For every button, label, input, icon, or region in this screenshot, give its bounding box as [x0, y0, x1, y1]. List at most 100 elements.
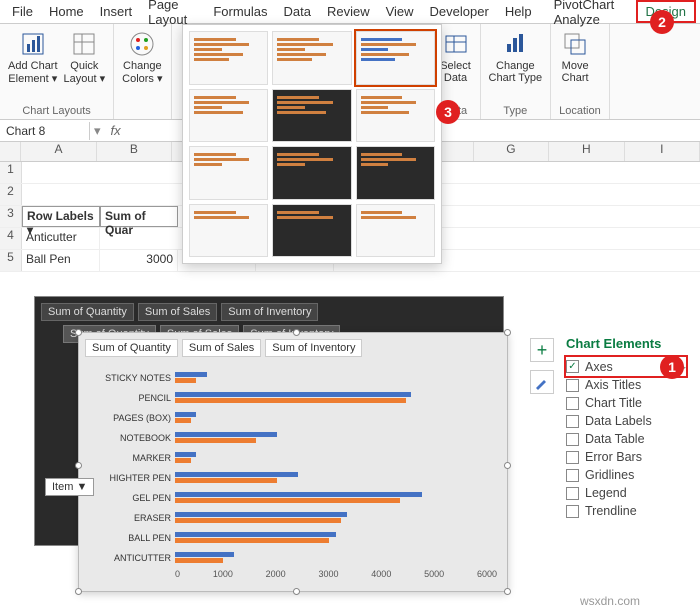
- chart-element-icon: [17, 28, 49, 60]
- row-3[interactable]: 3: [0, 206, 22, 227]
- style-thumb-8[interactable]: [272, 146, 351, 200]
- chart-elements-icon[interactable]: +: [530, 338, 554, 362]
- chart-element-legend[interactable]: Legend: [566, 484, 686, 502]
- pivot-row-ballpen[interactable]: Ball Pen: [22, 250, 100, 271]
- checkbox-icon[interactable]: [566, 451, 579, 464]
- checkbox-icon[interactable]: [566, 433, 579, 446]
- col-H[interactable]: H: [549, 142, 624, 161]
- watermark: wsxdn.com: [580, 594, 640, 608]
- chart-element-error-bars[interactable]: Error Bars: [566, 448, 686, 466]
- chart-element-label: Data Labels: [585, 414, 652, 428]
- axis-tick: 5000: [424, 569, 444, 579]
- chart-element-chart-title[interactable]: Chart Title: [566, 394, 686, 412]
- col-B[interactable]: B: [97, 142, 172, 161]
- pivot-val-a[interactable]: 3000: [100, 250, 178, 271]
- chart-element-label: Axis Titles: [585, 378, 641, 392]
- bar-label: MARKER: [89, 453, 175, 463]
- style-thumb-5[interactable]: [272, 89, 351, 143]
- bar-series1: [175, 412, 196, 417]
- style-thumb-11[interactable]: [272, 204, 351, 258]
- select-all-corner[interactable]: [0, 142, 21, 161]
- col-I[interactable]: I: [625, 142, 700, 161]
- bar-series2: [175, 498, 400, 503]
- tab-help[interactable]: Help: [497, 2, 540, 21]
- chart-element-axis-titles[interactable]: Axis Titles: [566, 376, 686, 394]
- tab-review[interactable]: Review: [319, 2, 378, 21]
- col-A[interactable]: A: [21, 142, 96, 161]
- style-thumb-10[interactable]: [189, 204, 268, 258]
- quick-layout-button[interactable]: Quick Layout ▾: [64, 28, 106, 85]
- chart-element-data-table[interactable]: Data Table: [566, 430, 686, 448]
- col-G[interactable]: G: [474, 142, 549, 161]
- callout-badge-2: 2: [650, 10, 674, 34]
- pivot-row-labels-header[interactable]: Row Labels ▾: [22, 206, 100, 227]
- chart-element-data-labels[interactable]: Data Labels: [566, 412, 686, 430]
- style-thumb-12[interactable]: [356, 204, 435, 258]
- chart-style-gallery[interactable]: [182, 24, 442, 264]
- chart-styles-icon[interactable]: [530, 370, 554, 394]
- tab-formulas[interactable]: Formulas: [205, 2, 275, 21]
- chart-element-trendline[interactable]: Trendline: [566, 502, 686, 520]
- chart-element-label: Chart Title: [585, 396, 642, 410]
- pivot-row-anticutter[interactable]: Anticutter: [22, 228, 100, 249]
- chart-btn-sales[interactable]: Sum of Sales: [182, 339, 261, 357]
- tab-insert[interactable]: Insert: [92, 2, 141, 21]
- row-1[interactable]: 1: [0, 162, 22, 183]
- row-5[interactable]: 5: [0, 250, 22, 271]
- checkbox-icon[interactable]: [566, 505, 579, 518]
- chart-element-label: Axes: [585, 360, 613, 374]
- axis-tick: 1000: [213, 569, 233, 579]
- name-box[interactable]: Chart 8: [0, 122, 90, 140]
- checkbox-icon[interactable]: [566, 397, 579, 410]
- fx-icon[interactable]: fx: [105, 123, 127, 138]
- checkbox-icon[interactable]: [566, 469, 579, 482]
- chart-btn-quantity[interactable]: Sum of Quantity: [85, 339, 178, 357]
- bar-series2: [175, 558, 223, 563]
- checkbox-icon[interactable]: ✓: [566, 360, 579, 373]
- checkbox-icon[interactable]: [566, 379, 579, 392]
- tab-view[interactable]: View: [378, 2, 422, 21]
- tab-developer[interactable]: Developer: [422, 2, 497, 21]
- bar-label: NOTEBOOK: [89, 433, 175, 443]
- style-thumb-1[interactable]: [189, 31, 268, 85]
- tab-data[interactable]: Data: [276, 2, 319, 21]
- chart-side-icons: +: [530, 338, 554, 394]
- row-2[interactable]: 2: [0, 184, 22, 205]
- change-chart-type-button[interactable]: Change Chart Type: [489, 28, 543, 84]
- bar-series2: [175, 518, 341, 523]
- bar-series2: [175, 398, 406, 403]
- axis-tick: 6000: [477, 569, 497, 579]
- bar-label: HIGHTER PEN: [89, 473, 175, 483]
- change-colors-button[interactable]: Change Colors ▾: [122, 28, 162, 85]
- select-data-icon: [440, 28, 472, 60]
- style-thumb-2[interactable]: [272, 31, 351, 85]
- location-group-label: Location: [559, 105, 601, 117]
- style-thumb-6[interactable]: [356, 89, 435, 143]
- chart-btn-inventory[interactable]: Sum of Inventory: [265, 339, 362, 357]
- bar-series1: [175, 392, 411, 397]
- tab-home[interactable]: Home: [41, 2, 92, 21]
- chart-element-label: Error Bars: [585, 450, 642, 464]
- chart-main[interactable]: Sum of Quantity Sum of Sales Sum of Inve…: [78, 332, 508, 592]
- checkbox-icon[interactable]: [566, 415, 579, 428]
- checkbox-icon[interactable]: [566, 487, 579, 500]
- chart-plot-area: STICKY NOTESPENCILPAGES (BOX)NOTEBOOKMAR…: [79, 363, 507, 573]
- bar-label: PENCIL: [89, 393, 175, 403]
- namebox-dropdown-icon[interactable]: ▾: [90, 123, 105, 139]
- style-thumb-7[interactable]: [189, 146, 268, 200]
- style-thumb-4[interactable]: [189, 89, 268, 143]
- move-chart-button[interactable]: Move Chart: [559, 28, 591, 84]
- bar-series2: [175, 458, 191, 463]
- bar-series2: [175, 418, 191, 423]
- chart-element-gridlines[interactable]: Gridlines: [566, 466, 686, 484]
- select-data-button[interactable]: Select Data: [440, 28, 472, 84]
- style-thumb-3-selected[interactable]: [356, 31, 435, 85]
- bar-label: STICKY NOTES: [89, 373, 175, 383]
- add-chart-element-button[interactable]: Add Chart Element ▾: [8, 28, 58, 85]
- axis-tick: 2000: [266, 569, 286, 579]
- bar-series1: [175, 472, 298, 477]
- axis-tick: 3000: [318, 569, 338, 579]
- row-4[interactable]: 4: [0, 228, 22, 249]
- style-thumb-9[interactable]: [356, 146, 435, 200]
- tab-file[interactable]: File: [4, 2, 41, 21]
